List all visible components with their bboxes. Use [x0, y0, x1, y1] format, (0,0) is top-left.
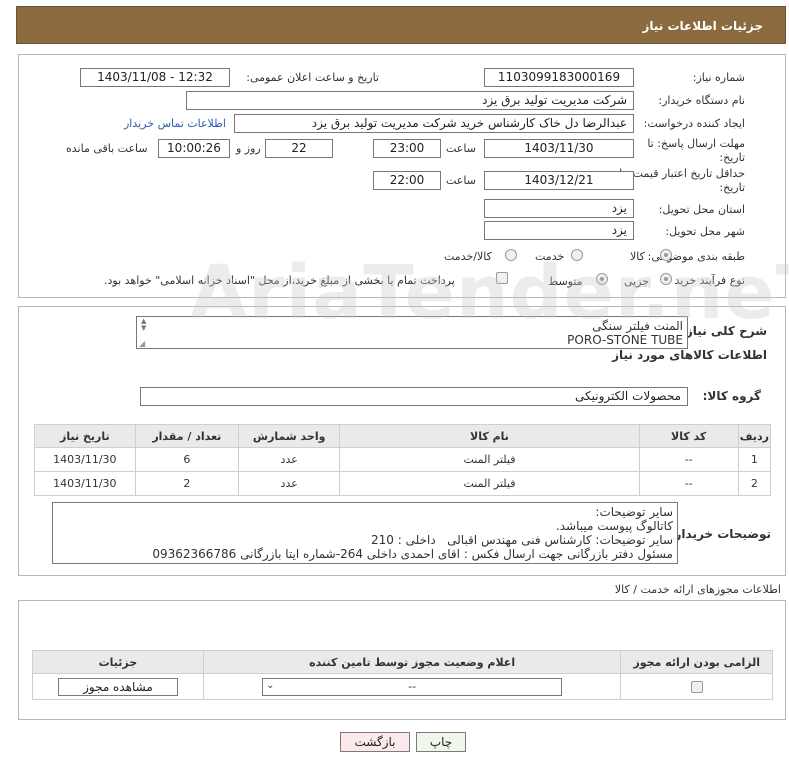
summary-line-2: PORO-STONE TUBE [567, 333, 683, 347]
buyer-org-label: نام دستگاه خریدار: [658, 94, 745, 107]
permits-table: الزامی بودن ارائه مجوز اعلام وضعیت مجوز … [32, 650, 773, 700]
page-title: جزئیات اطلاعات نیاز [642, 19, 763, 33]
goods-info-title: اطلاعات کالاهای مورد نیاز [612, 348, 767, 362]
permit-required-cell [620, 673, 773, 700]
treasury-checkbox[interactable] [496, 272, 508, 284]
goods-table-header: ردیف کد کالا نام کالا واحد شمارش تعداد /… [34, 424, 772, 448]
category-radio-goods-service[interactable] [505, 249, 517, 261]
resize-handle-icon[interactable]: ◢ [139, 339, 145, 348]
category-option-goods: کالا [630, 250, 645, 263]
cell-unit: عدد [237, 471, 341, 496]
page-header: جزئیات اطلاعات نیاز [16, 6, 786, 44]
summary-textarea[interactable]: المنت فیلتر سنگی PORO-STONE TUBE ▲ ▼ ◢ [136, 316, 688, 349]
buyer-notes-label: توضیحات خریدار: [669, 527, 771, 541]
note-line: سایر توضیحات: کارشناس فنی مهندس اقبالی د… [371, 533, 673, 547]
cell-row: 1 [737, 447, 772, 472]
process-radio-medium[interactable] [596, 273, 608, 285]
col-unit: واحد شمارش [237, 424, 341, 448]
permit-required-checkbox[interactable] [690, 681, 703, 693]
creator-label: ایجاد کننده درخواست: [643, 117, 745, 130]
process-type-label: نوع فرآیند خرید : [667, 274, 745, 287]
permits-table-header: الزامی بودن ارائه مجوز اعلام وضعیت مجوز … [32, 650, 773, 674]
remaining-time-field: 10:00:26 [158, 139, 230, 158]
need-number-field: 1103099183000169 [484, 68, 634, 87]
note-line: مسئول دفتر بازرگانی جهت ارسال فکس : اقای… [152, 547, 673, 561]
cell-date: 1403/11/30 [34, 471, 136, 496]
reply-deadline-label: مهلت ارسال پاسخ: تا [647, 137, 745, 150]
chevron-down-icon: ⌄ [266, 679, 275, 691]
category-option-goods-service: کالا/خدمت [444, 250, 492, 263]
buyer-notes-box: سایر توضیحات: کاتالوگ پیوست میباشد. سایر… [52, 502, 678, 564]
price-time-field: 22:00 [373, 171, 441, 190]
reply-time-field: 23:00 [373, 139, 441, 158]
city-label: شهر محل تحویل: [665, 225, 745, 238]
permit-status-value: -- [408, 679, 417, 693]
days-label: روز و [236, 142, 261, 155]
col-details: جزئیات [32, 650, 204, 674]
reply-deadline-label-2: تاریخ: [719, 151, 745, 164]
table-row: 1 -- فیلتر المنت عدد 6 1403/11/30 [34, 447, 772, 472]
category-option-service: خدمت [535, 250, 565, 263]
cell-unit: عدد [237, 447, 341, 472]
days-field: 22 [265, 139, 333, 158]
table-row: 2 -- فیلتر المنت عدد 2 1403/11/30 [34, 471, 772, 496]
col-name: نام کالا [339, 424, 640, 448]
col-required: الزامی بودن ارائه مجوز [620, 650, 773, 674]
goods-table: ردیف کد کالا نام کالا واحد شمارش تعداد /… [34, 424, 772, 496]
process-radio-minor[interactable] [660, 273, 672, 285]
creator-field: عبدالرضا دل خاک کارشناس خرید شرکت مدیریت… [234, 114, 634, 133]
price-validity-label-2: تاریخ: [719, 181, 745, 194]
cell-name: فیلتر المنت [339, 471, 640, 496]
summary-line-1: المنت فیلتر سنگی [592, 319, 683, 333]
remaining-time-label: ساعت باقی مانده [66, 142, 148, 155]
note-line: کاتالوگ پیوست میباشد. [555, 519, 673, 533]
reply-date-field: 1403/11/30 [484, 139, 634, 158]
col-status: اعلام وضعیت مجوز توسط تامین کننده [202, 650, 622, 674]
price-validity-label: حداقل تاریخ اعتبار قیمت: تا [619, 167, 745, 180]
note-line: سایر توضیحات: [595, 505, 673, 519]
announce-datetime-label: تاریخ و ساعت اعلان عمومی: [246, 71, 379, 84]
scroll-arrows-icon[interactable]: ▲ ▼ [141, 318, 146, 332]
cell-date: 1403/11/30 [34, 447, 136, 472]
process-option-minor: جزیی [624, 275, 650, 288]
treasury-note: پرداخت تمام یا بخشی از مبلغ خرید،از محل … [104, 274, 455, 287]
permit-status-select[interactable]: -- ⌄ [262, 677, 563, 696]
province-field: یزد [484, 199, 634, 218]
cell-code: -- [638, 471, 739, 496]
print-button[interactable]: چاپ [416, 732, 466, 752]
cell-qty: 6 [134, 447, 239, 472]
view-permit-button[interactable]: مشاهده مجوز [57, 677, 178, 696]
col-code: کد کالا [638, 424, 739, 448]
price-time-label: ساعت [446, 174, 476, 187]
reply-time-label: ساعت [446, 142, 476, 155]
goods-group-label: گروه کالا: [702, 389, 761, 403]
summary-label: شرح کلی نیاز: [681, 324, 767, 338]
category-radio-service[interactable] [571, 249, 583, 261]
cell-name: فیلتر المنت [339, 447, 640, 472]
buyer-org-field: شرکت مدیریت تولید برق یزد [186, 91, 634, 110]
col-date: تاریخ نیاز [34, 424, 136, 448]
category-radio-goods[interactable] [660, 249, 672, 261]
cell-qty: 2 [134, 471, 239, 496]
goods-group-field: محصولات الکترونیکی [140, 387, 688, 406]
buyer-contact-link[interactable]: اطلاعات تماس خریدار [124, 117, 226, 130]
cell-code: -- [638, 447, 739, 472]
table-row: -- ⌄ مشاهده مجوز [32, 673, 773, 700]
process-option-medium: متوسط [548, 275, 583, 288]
need-number-label: شماره نیاز: [692, 71, 745, 84]
permit-status-cell: -- ⌄ [202, 673, 622, 700]
price-date-field: 1403/12/21 [484, 171, 634, 190]
cell-row: 2 [737, 471, 772, 496]
permits-title: اطلاعات مجوزهای ارائه خدمت / کالا [614, 583, 781, 596]
announce-datetime-field: 1403/11/08 - 12:32 [80, 68, 230, 87]
city-field: یزد [484, 221, 634, 240]
back-button[interactable]: بازگشت [340, 732, 410, 752]
province-label: استان محل تحویل: [658, 203, 745, 216]
col-row: ردیف [737, 424, 772, 448]
permit-details-cell: مشاهده مجوز [32, 673, 204, 700]
col-qty: تعداد / مقدار [134, 424, 239, 448]
